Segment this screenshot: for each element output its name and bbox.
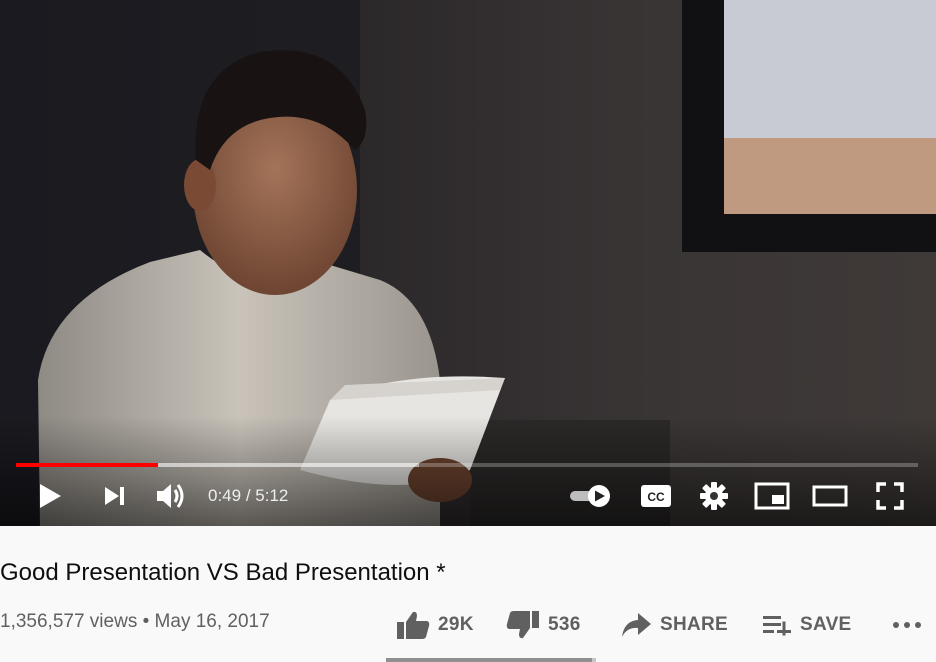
sentiment-bar [386,658,596,662]
dislike-button[interactable]: 536 [506,604,581,646]
more-actions-button[interactable] [892,604,922,646]
sentiment-like-portion [386,658,592,662]
fullscreen-button[interactable] [870,478,910,514]
gear-icon [700,482,728,510]
progress-played [16,463,158,467]
like-count: 29K [438,614,474,635]
video-meta: 1,356,577 views • May 16, 2017 [0,609,270,635]
captions-icon: CC [641,485,671,507]
duration: 5:12 [255,486,289,505]
more-horizontal-icon [893,622,921,628]
like-button[interactable]: 29K [396,604,474,646]
share-label: SHARE [660,614,729,635]
theater-mode-icon [812,485,848,507]
theater-mode-button[interactable] [810,478,850,514]
current-time: 0:49 [208,486,242,505]
progress-bar[interactable] [16,463,918,467]
save-label: SAVE [800,614,852,635]
time-separator: / [241,486,256,505]
volume-icon [157,484,184,508]
next-icon [105,487,124,505]
thumbs-down-icon [506,611,539,639]
time-display: 0:49 / 5:12 [208,485,288,507]
fullscreen-icon [876,482,904,510]
controls-gradient [0,416,936,526]
share-button[interactable]: SHARE [620,604,728,646]
captions-button[interactable]: CC [636,478,676,514]
save-button[interactable]: SAVE [762,604,852,646]
dislike-count: 536 [548,614,581,635]
add-to-playlist-icon [763,616,791,636]
meta-separator: • [137,611,155,632]
share-icon [622,613,651,637]
play-button[interactable] [30,478,70,514]
autoplay-toggle[interactable] [566,478,614,514]
miniplayer-button[interactable] [752,478,792,514]
volume-button[interactable] [150,478,190,514]
thumbs-up-icon [397,611,430,639]
settings-button[interactable] [694,478,734,514]
video-player[interactable]: 0:49 / 5:12 CC [0,0,936,526]
view-count: 1,356,577 views [0,611,138,632]
video-title: Good Presentation VS Bad Presentation * [0,559,446,586]
next-button[interactable] [94,478,134,514]
play-icon [40,484,61,508]
publish-date: May 16, 2017 [154,611,270,632]
svg-text:CC: CC [647,490,665,504]
autoplay-toggle-icon [570,485,610,507]
miniplayer-icon [754,482,790,510]
